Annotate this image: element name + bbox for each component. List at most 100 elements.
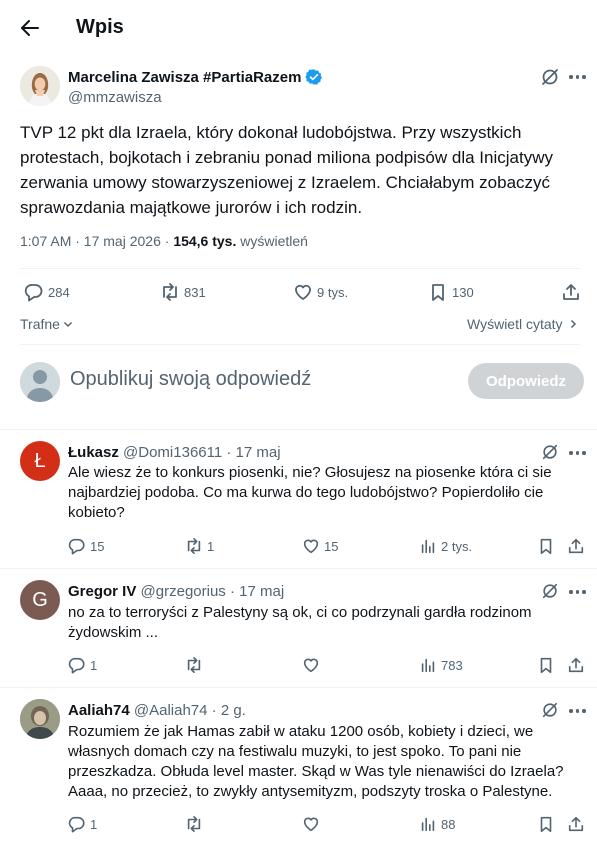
repost-icon bbox=[187, 815, 201, 833]
views-count: 783 bbox=[441, 657, 463, 673]
grok-button[interactable] bbox=[541, 701, 559, 719]
author-name[interactable]: Marcelina Zawisza #PartiaRazem bbox=[68, 69, 301, 86]
back-arrow-icon bbox=[21, 20, 39, 36]
view-quotes-link[interactable]: Wyświetl cytaty bbox=[467, 316, 579, 332]
reply-submit-button[interactable]: Odpowiedz bbox=[468, 363, 584, 399]
like-button[interactable]: 9 tys. bbox=[293, 282, 348, 302]
reply-input[interactable]: Opublikuj swoją odpowiedź bbox=[70, 368, 311, 391]
share-button[interactable] bbox=[567, 815, 585, 833]
views-count: 2 tys. bbox=[441, 538, 473, 554]
my-avatar[interactable] bbox=[20, 362, 60, 402]
reply-text: no za to terroryści z Palestyny są ok, c… bbox=[68, 604, 532, 641]
more-options-button[interactable] bbox=[569, 75, 586, 79]
views-button[interactable]: 2 tys. bbox=[419, 537, 472, 555]
share-button[interactable] bbox=[567, 537, 585, 555]
share-icon bbox=[563, 284, 579, 300]
reply-icon bbox=[68, 538, 85, 555]
bookmark-button[interactable] bbox=[537, 656, 555, 674]
share-button[interactable] bbox=[561, 282, 581, 302]
reply-avatar[interactable] bbox=[20, 699, 60, 739]
bookmark-icon bbox=[540, 816, 552, 833]
more-dots-icon bbox=[569, 709, 573, 713]
repost-count: 1 bbox=[207, 538, 215, 554]
page-title: Wpis bbox=[76, 16, 124, 38]
grok-icon bbox=[542, 583, 558, 599]
reply-time[interactable]: · 17 maj bbox=[226, 444, 280, 461]
heart-icon bbox=[295, 284, 311, 300]
reply-author-handle[interactable]: @Aaliah74 bbox=[134, 702, 208, 719]
reply-count: 1 bbox=[90, 816, 98, 832]
grok-icon bbox=[542, 444, 558, 460]
repost-button[interactable] bbox=[185, 656, 203, 674]
grok-button[interactable] bbox=[541, 443, 559, 461]
views-button[interactable]: 88 bbox=[419, 815, 455, 833]
like-count: 9 tys. bbox=[317, 284, 349, 300]
more-options-button[interactable] bbox=[569, 709, 586, 713]
reply-avatar[interactable]: Ł bbox=[20, 441, 60, 481]
analytics-icon bbox=[421, 539, 435, 554]
reply-author-name[interactable]: Gregor IV bbox=[68, 583, 136, 600]
like-count: 15 bbox=[324, 538, 339, 554]
reply-author-name[interactable]: Łukasz bbox=[68, 444, 119, 461]
more-dots-icon bbox=[569, 451, 573, 455]
bookmark-icon bbox=[540, 657, 552, 674]
post-views-label: wyświetleń bbox=[236, 233, 308, 249]
reply-icon bbox=[24, 284, 43, 302]
reply-count: 1 bbox=[90, 657, 98, 673]
sort-label: Trafne bbox=[20, 316, 60, 332]
analytics-icon bbox=[421, 658, 435, 673]
like-button[interactable] bbox=[302, 815, 320, 833]
repost-button[interactable]: 831 bbox=[160, 282, 206, 302]
reply-time[interactable]: · 2 g. bbox=[212, 702, 246, 719]
more-dots-icon bbox=[569, 75, 573, 79]
like-button[interactable] bbox=[302, 656, 320, 674]
post-timestamp[interactable]: 1:07 AM · 17 maj 2026 · bbox=[20, 233, 173, 249]
repost-button[interactable] bbox=[185, 815, 203, 833]
share-icon bbox=[568, 816, 584, 832]
reply-text: Ale wiesz że to konkurs piosenki, nie? G… bbox=[68, 464, 552, 521]
reply-button[interactable]: 284 bbox=[24, 282, 70, 302]
reply-time[interactable]: · 17 maj bbox=[230, 583, 284, 600]
views-button[interactable]: 783 bbox=[419, 656, 463, 674]
more-dots-icon bbox=[569, 590, 573, 594]
grok-icon bbox=[542, 69, 558, 85]
reply-author-handle[interactable]: @Domi136611 bbox=[123, 444, 222, 461]
post-views-count: 154,6 tys. bbox=[173, 233, 237, 249]
reply-button[interactable]: 1 bbox=[68, 656, 97, 674]
bookmark-button[interactable]: 130 bbox=[428, 282, 474, 302]
repost-icon bbox=[163, 283, 177, 301]
share-icon bbox=[568, 657, 584, 673]
view-quotes-label: Wyświetl cytaty bbox=[467, 316, 563, 332]
reply-button[interactable]: 1 bbox=[68, 815, 97, 833]
back-button[interactable] bbox=[18, 16, 44, 42]
grok-button[interactable] bbox=[540, 67, 560, 87]
heart-icon bbox=[303, 658, 319, 673]
grok-icon bbox=[542, 702, 558, 718]
reply-avatar[interactable]: G bbox=[20, 580, 60, 620]
share-icon bbox=[568, 538, 584, 554]
more-options-button[interactable] bbox=[569, 451, 586, 455]
analytics-icon bbox=[421, 817, 435, 832]
reply-count: 284 bbox=[48, 284, 70, 300]
repost-count: 831 bbox=[184, 284, 206, 300]
bookmark-icon bbox=[540, 538, 552, 555]
author-handle[interactable]: @mmzawisza bbox=[68, 89, 162, 106]
share-button[interactable] bbox=[567, 656, 585, 674]
bookmark-button[interactable] bbox=[537, 815, 555, 833]
reply-text: Rozumiem że jak Hamas zabił w ataku 1200… bbox=[68, 723, 564, 800]
repost-icon bbox=[187, 656, 201, 674]
reply-author-name[interactable]: Aaliah74 bbox=[68, 702, 130, 719]
repost-button[interactable]: 1 bbox=[185, 537, 214, 555]
sort-dropdown[interactable]: Trafne bbox=[20, 316, 74, 332]
reply-icon bbox=[68, 657, 85, 674]
bookmark-button[interactable] bbox=[537, 537, 555, 555]
post-text: TVP 12 pkt dla Izraela, który dokonał lu… bbox=[20, 123, 553, 217]
grok-button[interactable] bbox=[541, 582, 559, 600]
views-count: 88 bbox=[441, 816, 456, 832]
more-options-button[interactable] bbox=[569, 590, 586, 594]
reply-author-handle[interactable]: @grzegorius bbox=[141, 583, 226, 600]
chevron-right-icon bbox=[570, 319, 576, 329]
author-avatar[interactable] bbox=[20, 66, 60, 106]
reply-button[interactable]: 15 bbox=[68, 537, 104, 555]
like-button[interactable]: 15 bbox=[302, 537, 338, 555]
